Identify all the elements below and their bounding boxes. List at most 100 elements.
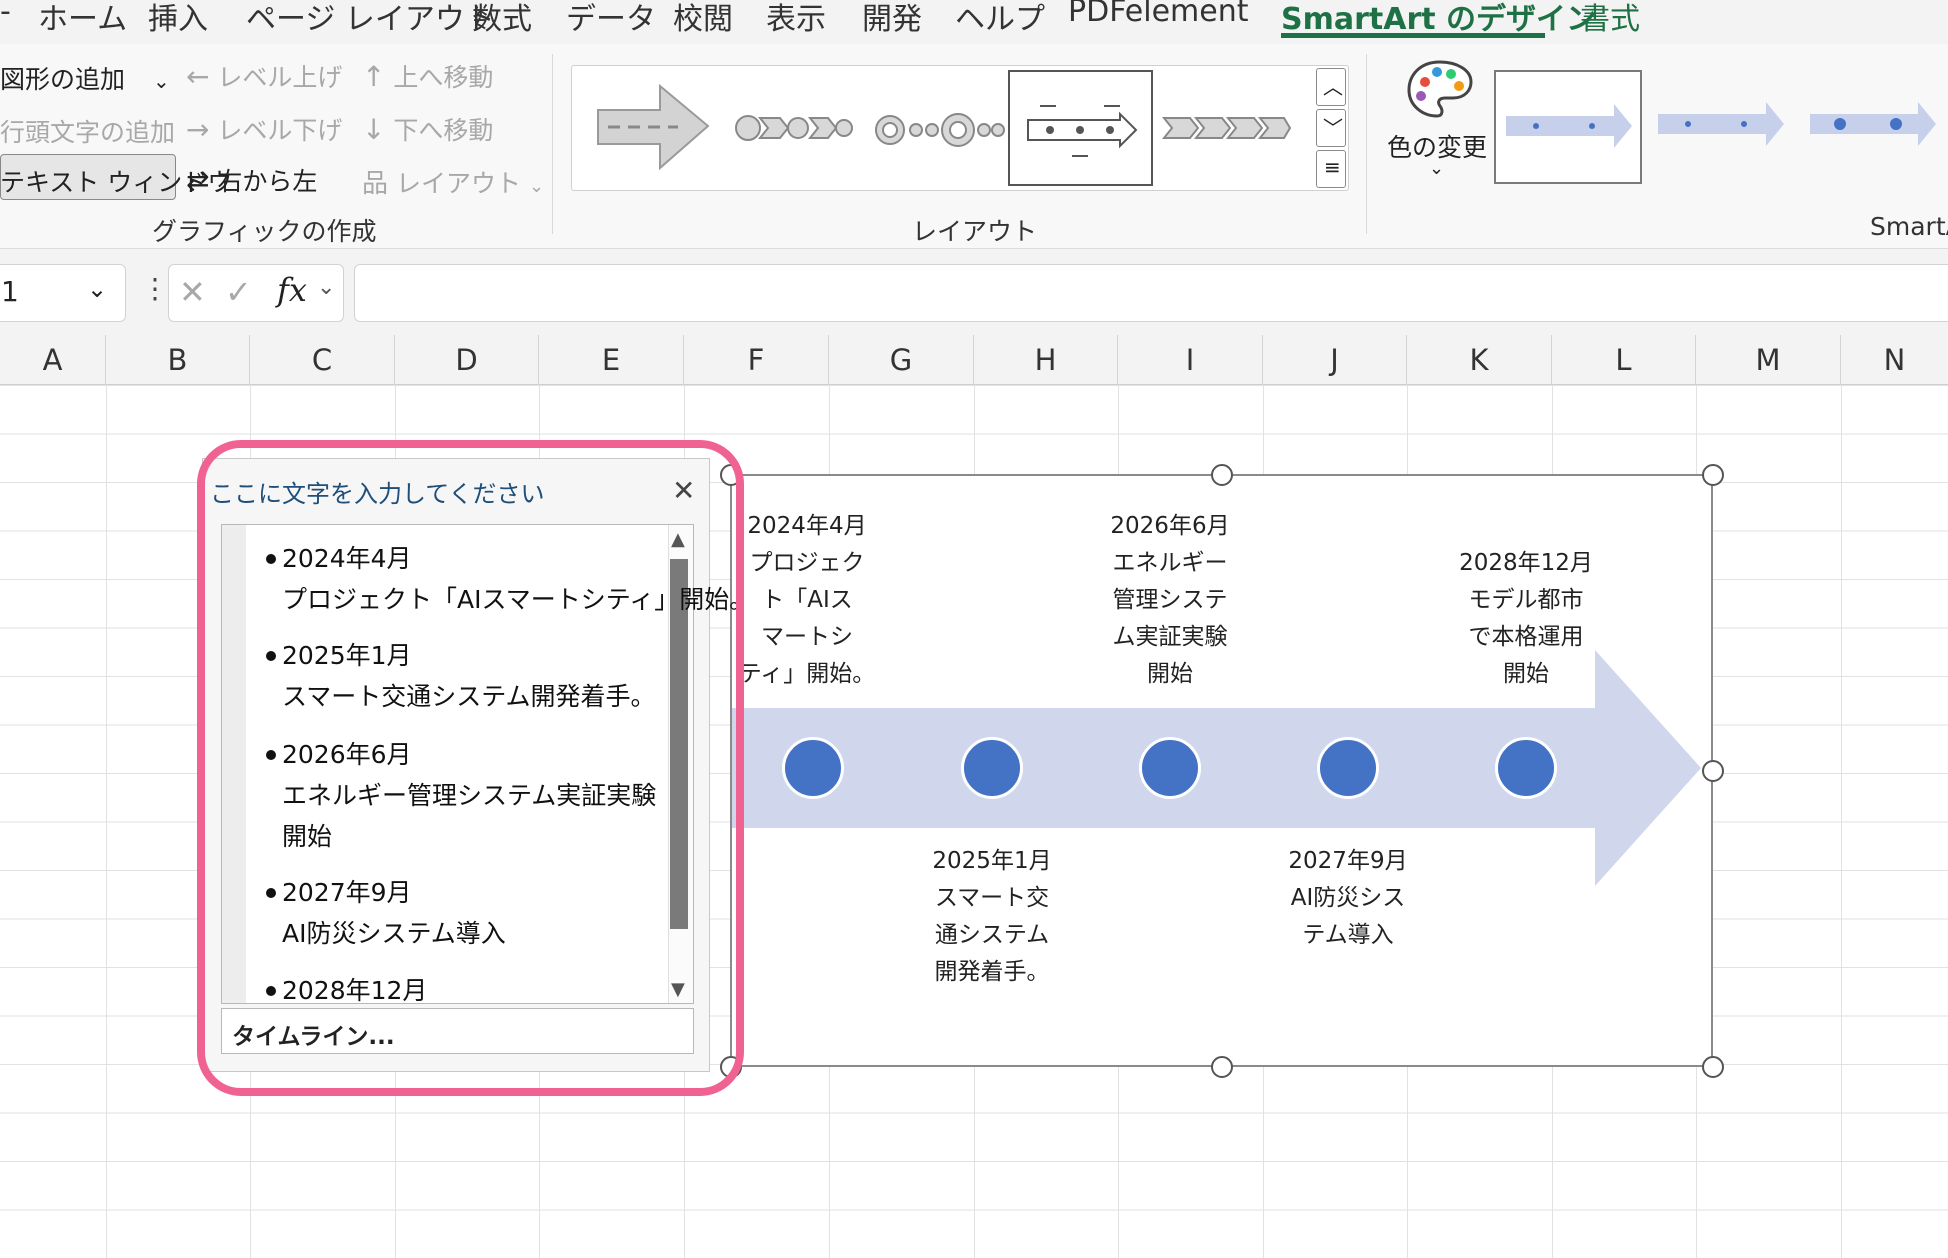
resize-handle-right[interactable] [1702, 760, 1724, 782]
swap-arrows-icon: ⇄ [186, 164, 210, 197]
checkmark-icon[interactable]: ✓ [225, 273, 252, 311]
right-to-left-button[interactable]: ⇄ 右から左 [186, 162, 317, 198]
smartart-style-2[interactable] [1648, 70, 1796, 184]
smartart-style-1-selected[interactable] [1494, 70, 1642, 184]
label-line: スマート交 [934, 885, 1050, 911]
column-header-i[interactable]: I [1118, 335, 1263, 385]
label-line: 2025年1月 [932, 848, 1052, 874]
promote-button[interactable]: ← レベル上げ [186, 58, 342, 94]
insert-function-icon[interactable]: fx [277, 271, 307, 309]
timeline-marker[interactable] [782, 737, 844, 799]
add-shape-button[interactable]: 図形の追加 ⌄ [0, 60, 170, 96]
column-header-a[interactable]: A [0, 335, 106, 385]
add-bullet-button[interactable]: 行頭文字の追加 [0, 113, 175, 149]
timeline-marker[interactable] [1139, 737, 1201, 799]
change-colors-button[interactable]: 色の変更 ⌄ [1385, 58, 1495, 188]
tab-page-layout[interactable]: ページ レイアウト [246, 0, 495, 38]
label-line: テム導入 [1302, 922, 1394, 948]
tab-view[interactable]: 表示 [766, 0, 826, 38]
style-preview-icon [1506, 104, 1632, 148]
arrow-down-icon: ↓ [362, 113, 386, 146]
tab-insert[interactable]: 挿入 [148, 0, 208, 38]
palette-icon [1407, 60, 1473, 118]
layout-option-arrow[interactable] [582, 70, 727, 186]
tab-home[interactable]: ホーム [38, 0, 127, 38]
column-header-b[interactable]: B [106, 335, 250, 385]
resize-handle-bottom-right[interactable] [1702, 1056, 1724, 1078]
move-down-button[interactable]: ↓ 下へ移動 [362, 111, 493, 147]
tab-format[interactable]: 書式 [1580, 0, 1640, 38]
column-header-g[interactable]: G [829, 335, 974, 385]
name-box[interactable]: 1 ⌄ [0, 264, 126, 322]
column-header-k[interactable]: K [1407, 335, 1552, 385]
column-header-h[interactable]: H [974, 335, 1118, 385]
chevron-down-icon: ⌄ [152, 69, 170, 93]
tab-formulas[interactable]: 数式 [472, 0, 532, 38]
tab-developer[interactable]: 開発 [862, 0, 922, 38]
layout-option-basic-timeline-selected[interactable] [1008, 70, 1153, 186]
tab-help[interactable]: ヘルプ [955, 0, 1045, 38]
timeline-marker[interactable] [1317, 737, 1379, 799]
layout-dropdown-button[interactable]: 品 レイアウト ⌄ [362, 163, 544, 200]
chevron-down-icon: ⌄ [87, 275, 108, 303]
group-divider [552, 54, 553, 234]
label-line: 開始 [1503, 661, 1549, 687]
more-icon: ≡ [1324, 155, 1341, 179]
formula-tools: ✕ ✓ fx ⌄ [168, 264, 344, 322]
chevron-down-icon: ⌄ [317, 275, 336, 300]
label-line: エネルギー [1112, 550, 1228, 576]
resize-handle-bottom[interactable] [1211, 1056, 1233, 1078]
tab-pdfelement[interactable]: PDFelement [1068, 0, 1249, 29]
demote-button[interactable]: → レベル下げ [186, 111, 342, 147]
circle-timeline-icon [875, 113, 1005, 147]
column-header-l[interactable]: L [1552, 335, 1696, 385]
column-header-e[interactable]: E [539, 335, 684, 385]
more-options-icon[interactable]: ⋮ [141, 272, 169, 305]
move-up-button[interactable]: ↑ 上へ移動 [362, 58, 493, 94]
timeline-label-5[interactable]: 2028年12月 モデル都市 で本格運用 開始 [1451, 545, 1601, 693]
column-header-n[interactable]: N [1841, 335, 1948, 385]
arrow-layout-icon [597, 83, 710, 171]
label-line: マートシ [761, 624, 853, 650]
tab-partial[interactable]: - [0, 0, 11, 29]
arrow-left-icon: ← [186, 60, 210, 93]
timeline-label-2[interactable]: 2025年1月 スマート交 通システム 開発着手。 [917, 843, 1067, 991]
gallery-scroll-down-button[interactable]: ﹀ [1316, 109, 1346, 147]
cancel-icon[interactable]: ✕ [179, 273, 206, 311]
chevron-down-icon: ⌄ [528, 176, 545, 197]
active-tab-indicator [1281, 33, 1545, 38]
gallery-more-button[interactable]: ≡ [1316, 150, 1346, 188]
column-header-d[interactable]: D [395, 335, 539, 385]
org-chart-icon: 品 [362, 169, 389, 199]
layout-gallery [571, 65, 1349, 191]
layout-option-circles[interactable] [866, 70, 1011, 186]
label-line: 開発着手。 [934, 959, 1050, 985]
resize-handle-top-right[interactable] [1702, 464, 1724, 486]
timeline-marker[interactable] [1495, 737, 1557, 799]
gallery-scroll-up-button[interactable]: ︿ [1316, 68, 1346, 106]
timeline-label-1[interactable]: 2024年4月 プロジェク ト「AIス マートシ ティ」開始。 [732, 508, 882, 693]
tab-review[interactable]: 校閲 [673, 0, 733, 38]
tab-data[interactable]: データ [566, 0, 656, 38]
chevron-down-icon: ⌄ [1429, 158, 1445, 179]
smartart-style-3[interactable] [1800, 70, 1948, 184]
style-preview-icon [1658, 102, 1784, 146]
chevron-up-icon: ︿ [1323, 75, 1343, 99]
column-header-f[interactable]: F [684, 335, 829, 385]
label-line: 開始 [1147, 661, 1193, 687]
label-line: 管理システ [1112, 587, 1228, 613]
layout-option-chevron-steps[interactable] [724, 70, 869, 186]
smartart-styles-group-label: SmartA [1870, 212, 1948, 241]
label-line: モデル都市 [1468, 587, 1584, 613]
formula-input[interactable] [354, 264, 1948, 322]
resize-handle-top[interactable] [1211, 464, 1233, 486]
layout-option-chevron-list[interactable] [1150, 70, 1295, 186]
timeline-label-4[interactable]: 2027年9月 AI防災シス テム導入 [1273, 843, 1423, 954]
column-header-m[interactable]: M [1696, 335, 1841, 385]
label-line: AI防災シス [1290, 885, 1406, 911]
column-header-c[interactable]: C [250, 335, 395, 385]
timeline-marker[interactable] [961, 737, 1023, 799]
timeline-label-3[interactable]: 2026年6月 エネルギー 管理システ ム実証実験 開始 [1095, 508, 1245, 693]
column-header-j[interactable]: J [1263, 335, 1407, 385]
column-header-row: A B C D E F G H I J K L M N [0, 335, 1948, 385]
